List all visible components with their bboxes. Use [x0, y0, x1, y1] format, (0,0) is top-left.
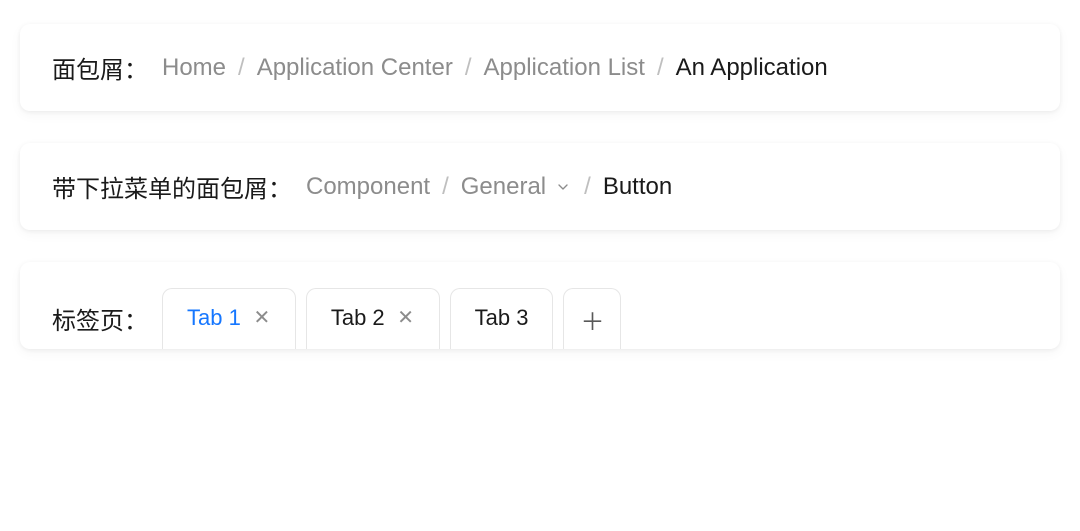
breadcrumb-item-general-dropdown[interactable]: General	[461, 173, 572, 201]
tab-label: Tab 2	[331, 305, 385, 331]
breadcrumb-separator: /	[657, 54, 664, 82]
breadcrumb-item-application-list[interactable]: Application List	[484, 54, 645, 82]
breadcrumb: Home / Application Center / Application …	[162, 54, 828, 82]
breadcrumb-separator: /	[442, 173, 449, 201]
tabs-container: Tab 1 ✕ Tab 2 ✕ Tab 3 ＋	[162, 288, 621, 349]
close-icon[interactable]: ✕	[253, 309, 271, 327]
close-icon[interactable]: ✕	[397, 309, 415, 327]
tab-3[interactable]: Tab 3	[450, 288, 554, 349]
tab-2[interactable]: Tab 2 ✕	[306, 288, 440, 349]
breadcrumb-item-application-center[interactable]: Application Center	[257, 54, 453, 82]
breadcrumb-item-current: Button	[603, 173, 672, 201]
breadcrumb-dropdown-section-label: 带下拉菜单的面包屑：	[52, 169, 292, 204]
breadcrumb-dropdown-label: General	[461, 173, 546, 201]
breadcrumb-item-current: An Application	[676, 54, 828, 82]
breadcrumb-separator: /	[465, 54, 472, 82]
plus-icon: ＋	[580, 302, 604, 337]
chevron-down-icon	[554, 178, 572, 196]
breadcrumb-separator: /	[238, 54, 245, 82]
tabs-card: 标签页： Tab 1 ✕ Tab 2 ✕ Tab 3 ＋	[20, 262, 1060, 349]
breadcrumb-item-component[interactable]: Component	[306, 173, 430, 201]
tab-1[interactable]: Tab 1 ✕	[162, 288, 296, 349]
tabs-section-label: 标签页：	[52, 301, 148, 336]
breadcrumb-separator: /	[584, 173, 591, 201]
breadcrumb-with-dropdown: Component / General / Button	[306, 173, 672, 201]
add-tab-button[interactable]: ＋	[563, 288, 621, 349]
tab-label: Tab 3	[475, 305, 529, 331]
tab-label: Tab 1	[187, 305, 241, 331]
breadcrumb-item-home[interactable]: Home	[162, 54, 226, 82]
breadcrumb-dropdown-card: 带下拉菜单的面包屑： Component / General / Button	[20, 143, 1060, 230]
breadcrumb-card: 面包屑： Home / Application Center / Applica…	[20, 24, 1060, 111]
breadcrumb-section-label: 面包屑：	[52, 50, 148, 85]
